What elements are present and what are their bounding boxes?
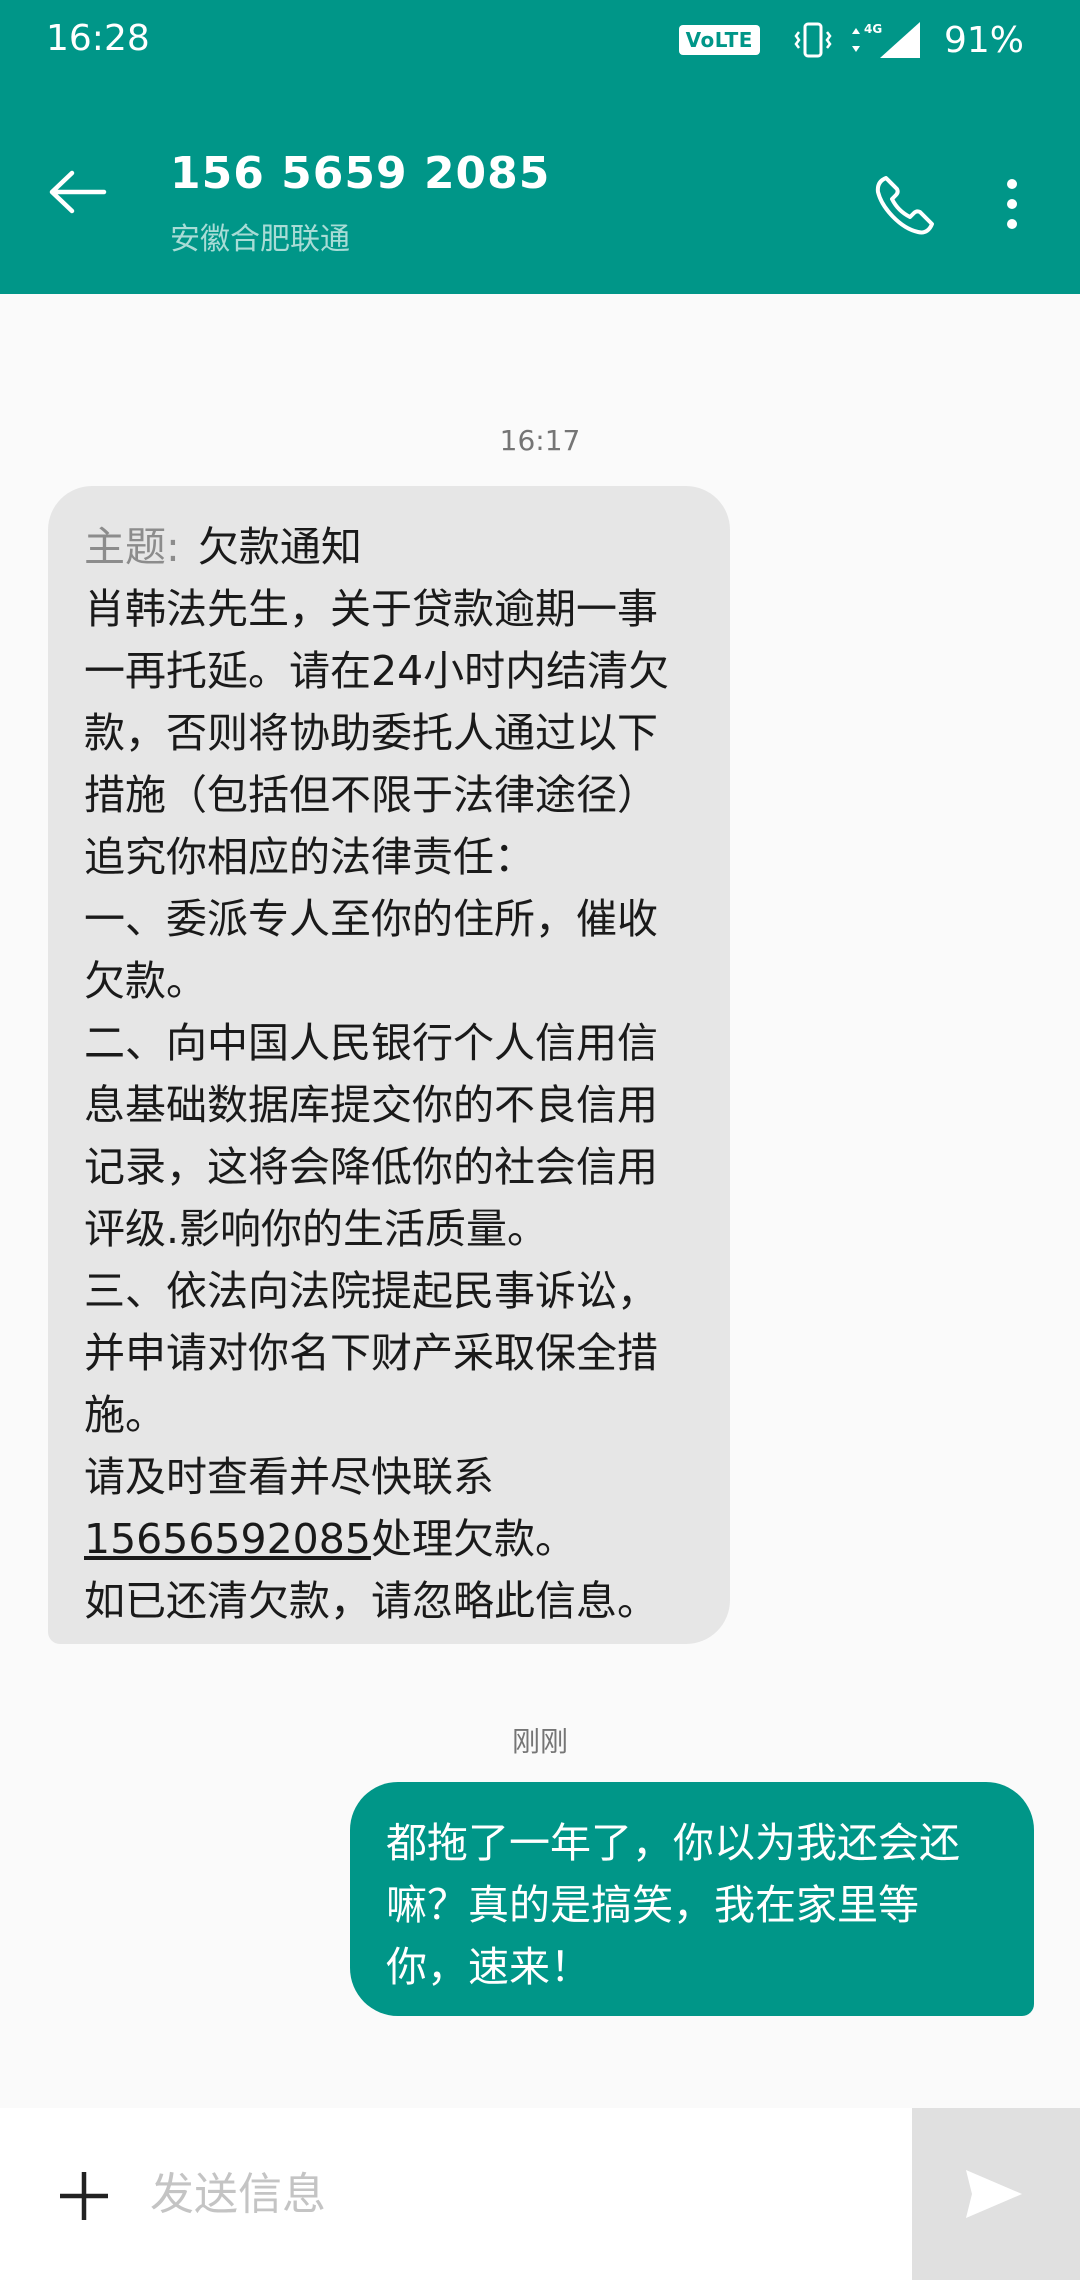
contact-name: 156 5659 2085 [170, 148, 551, 199]
compose-bar [0, 2108, 1080, 2280]
network-type-label: 4G [864, 22, 882, 36]
phone-number-link[interactable]: 15656592085 [84, 1515, 371, 1563]
message-line: 都拖了一年了，你以为我还会还 [386, 1819, 960, 1867]
volte-badge: VoLTE [678, 25, 760, 55]
incoming-message-bubble[interactable]: 主题: 欠款通知 肖韩法先生，关于贷款逾期一事 一再托延。请在24小时内结清欠 款… [48, 486, 730, 1644]
message-line: 措施（包括但不限于法律途径） [84, 771, 658, 819]
message-timestamp: 刚刚 [511, 1725, 568, 1758]
add-icon[interactable] [58, 2170, 110, 2222]
message-line: 一再托延。请在24小时内结清欠 [84, 647, 670, 695]
message-line: 二、向中国人民银行个人信用信 [84, 1019, 658, 1067]
message-line: 款，否则将协助委托人通过以下 [84, 709, 658, 757]
subject-label: 主题: [84, 523, 180, 571]
status-bar: 16:28 VoLTE 4G 91% [0, 0, 1080, 80]
conversation-header: 156 5659 2085 安徽合肥联通 [0, 80, 1080, 294]
subject-text: 欠款通知 [197, 523, 362, 571]
send-icon [966, 2170, 1022, 2218]
message-line: 追究你相应的法律责任： [84, 833, 535, 881]
status-icons: VoLTE 4G 91% [678, 16, 1024, 64]
message-line-tail: 处理欠款。 [370, 1515, 576, 1563]
message-timestamp: 16:17 [499, 424, 581, 457]
outgoing-message-bubble[interactable]: 都拖了一年了，你以为我还会还 嘛？真的是搞笑，我在家里等 你，速来！ [350, 1782, 1034, 2016]
message-line: 三、依法向法院提起民事诉讼， [84, 1267, 658, 1315]
signal-icon: 4G [851, 22, 920, 58]
message-line: 嘛？真的是搞笑，我在家里等 [386, 1881, 919, 1929]
vibrate-icon [794, 22, 832, 58]
more-vert-icon[interactable] [992, 176, 1032, 232]
message-line: 请及时查看并尽快联系 [84, 1453, 494, 1501]
battery-percent: 91% [943, 19, 1024, 61]
send-button[interactable] [912, 2108, 1080, 2280]
message-line: 评级.影响你的生活质量。 [84, 1205, 549, 1253]
message-phone-row: 15656592085处理欠款。 [84, 1508, 694, 1570]
message-line: 肖韩法先生，关于贷款逾期一事 [84, 585, 658, 633]
back-arrow-icon[interactable] [48, 170, 108, 214]
phone-icon[interactable] [872, 172, 938, 238]
message-line: 如已还清欠款，请忽略此信息。 [84, 1577, 658, 1625]
status-time: 16:28 [46, 18, 150, 59]
message-line: 息基础数据库提交你的不良信用 [84, 1081, 658, 1129]
message-line: 一、委派专人至你的住所，催收 [84, 895, 658, 943]
message-subject-row: 主题: 欠款通知 [84, 516, 694, 578]
message-line: 欠款。 [84, 957, 207, 1005]
message-line: 并申请对你名下财产采取保全措 [84, 1329, 658, 1377]
contact-location: 安徽合肥联通 [170, 222, 350, 257]
message-input[interactable] [150, 2144, 890, 2244]
message-line: 施。 [84, 1391, 166, 1439]
message-line: 你，速来！ [386, 1943, 591, 1991]
message-line: 记录，这将会降低你的社会信用 [84, 1143, 658, 1191]
